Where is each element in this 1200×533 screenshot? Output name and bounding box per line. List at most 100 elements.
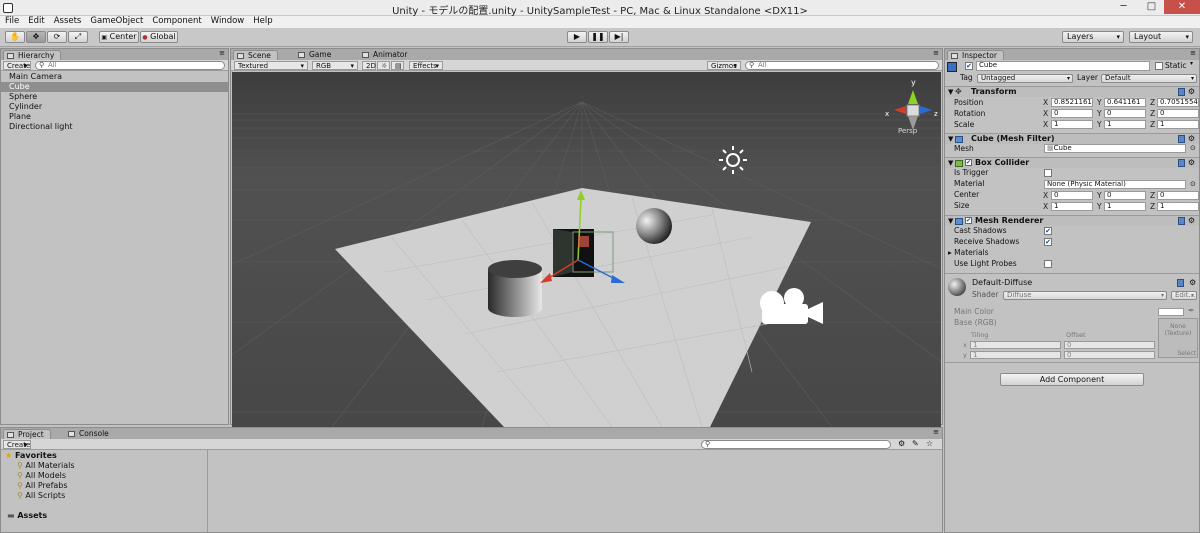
scene-search-input[interactable]: ⚲ All xyxy=(745,61,939,70)
position-y-field[interactable]: 0.641161 xyxy=(1104,98,1146,107)
center-y-field[interactable]: 0 xyxy=(1104,191,1146,200)
help-book-icon[interactable] xyxy=(1178,217,1185,225)
tab-project[interactable]: Project xyxy=(3,429,51,439)
layers-dropdown[interactable]: Layers xyxy=(1062,31,1124,43)
center-z-field[interactable]: 0 xyxy=(1157,191,1199,200)
size-x-field[interactable]: 1 xyxy=(1051,202,1093,211)
layer-dropdown[interactable]: Default xyxy=(1101,74,1197,83)
foldout-icon[interactable]: ▼ xyxy=(948,216,953,226)
help-book-icon[interactable] xyxy=(1177,279,1184,287)
settings-gear-icon[interactable]: ⚙ xyxy=(1189,278,1196,287)
mesh-filter-header[interactable]: ▼ Cube (Mesh Filter) ⚙ xyxy=(945,133,1199,144)
texture-select-button[interactable]: Select xyxy=(1177,350,1196,357)
static-checkbox[interactable] xyxy=(1155,62,1163,70)
scene-audio-toggle[interactable]: ▤ xyxy=(391,61,404,70)
favorite-all-prefabs[interactable]: ⚲ All Prefabs xyxy=(1,481,207,491)
foldout-icon[interactable]: ▼ xyxy=(948,87,953,97)
favorites-folder[interactable]: ★ Favorites xyxy=(1,451,207,461)
cylinder-object[interactable] xyxy=(488,260,542,317)
pivot-center-toggle[interactable]: ▣ Center xyxy=(99,31,139,43)
tab-game[interactable]: Game xyxy=(295,50,337,60)
project-create-button[interactable]: Create xyxy=(3,440,31,449)
panel-menu-icon[interactable]: ≡ xyxy=(1190,49,1196,57)
hierarchy-item-sphere[interactable]: Sphere xyxy=(1,92,228,102)
panel-menu-icon[interactable]: ≡ xyxy=(933,49,939,57)
foldout-icon[interactable]: ▼ xyxy=(948,158,953,168)
mode-2d-toggle[interactable]: 2D xyxy=(362,61,376,70)
scene-canvas[interactable]: y x z Persp xyxy=(232,72,941,427)
layout-dropdown[interactable]: Layout xyxy=(1129,31,1193,43)
help-book-icon[interactable] xyxy=(1178,88,1185,96)
rotation-y-field[interactable]: 0 xyxy=(1104,109,1146,118)
settings-gear-icon[interactable]: ⚙ xyxy=(1188,158,1195,168)
light-probes-checkbox[interactable] xyxy=(1044,260,1052,268)
size-z-field[interactable]: 1 xyxy=(1157,202,1199,211)
receive-shadows-checkbox[interactable]: ✔ xyxy=(1044,238,1052,246)
foldout-icon[interactable]: ▼ xyxy=(948,134,953,144)
hierarchy-create-button[interactable]: Create xyxy=(3,61,31,70)
panel-menu-icon[interactable]: ≡ xyxy=(933,428,939,436)
assets-folder[interactable]: ▬ Assets xyxy=(1,511,207,521)
static-dropdown-icon[interactable]: ▾ xyxy=(1190,60,1193,67)
scale-z-field[interactable]: 1 xyxy=(1157,120,1199,129)
hierarchy-item-main-camera[interactable]: Main Camera xyxy=(1,72,228,82)
main-color-swatch[interactable] xyxy=(1158,308,1184,316)
shader-edit-button[interactable]: Edit... xyxy=(1171,291,1197,300)
settings-gear-icon[interactable]: ⚙ xyxy=(1188,134,1195,144)
space-global-toggle[interactable]: ● Global xyxy=(140,31,178,43)
menu-window[interactable]: Window xyxy=(211,16,245,27)
transform-header[interactable]: ▼ ✥ Transform ⚙ xyxy=(945,86,1199,97)
filter-type-icon[interactable]: ⚙ xyxy=(898,439,905,448)
favorite-all-models[interactable]: ⚲ All Models xyxy=(1,471,207,481)
filter-label-icon[interactable]: ✎ xyxy=(912,439,919,448)
favorite-star-icon[interactable]: ☆ xyxy=(926,439,933,448)
object-picker-icon[interactable]: ⊙ xyxy=(1190,180,1196,188)
tag-dropdown[interactable]: Untagged xyxy=(977,74,1073,83)
box-collider-header[interactable]: ▼ ✔ Box Collider ⚙ xyxy=(945,157,1199,168)
settings-gear-icon[interactable]: ⚙ xyxy=(1188,216,1195,226)
perspective-label[interactable]: Persp xyxy=(898,127,918,135)
cast-shadows-checkbox[interactable]: ✔ xyxy=(1044,227,1052,235)
scene-viewport[interactable]: y x z Persp xyxy=(232,72,941,427)
is-trigger-checkbox[interactable] xyxy=(1044,169,1052,177)
settings-gear-icon[interactable]: ⚙ xyxy=(1188,87,1195,97)
mesh-renderer-header[interactable]: ▼ ✔ Mesh Renderer ⚙ xyxy=(945,215,1199,226)
tiling-x-field[interactable]: 1 xyxy=(970,341,1061,349)
scene-lighting-toggle[interactable]: ☼ xyxy=(377,61,390,70)
scale-x-field[interactable]: 1 xyxy=(1051,120,1093,129)
texture-slot[interactable]: None (Texture) Select xyxy=(1158,318,1198,358)
hierarchy-item-cylinder[interactable]: Cylinder xyxy=(1,102,228,112)
mesh-field[interactable]: ▦Cube xyxy=(1044,144,1186,153)
menu-gameobject[interactable]: GameObject xyxy=(90,16,143,27)
render-mode-dropdown[interactable]: RGB xyxy=(312,61,358,70)
menu-component[interactable]: Component xyxy=(152,16,201,27)
tab-animator[interactable]: Animator xyxy=(359,50,413,60)
maximize-button[interactable]: □ xyxy=(1138,0,1165,14)
close-button[interactable]: ✕ xyxy=(1164,0,1200,14)
draw-mode-dropdown[interactable]: Textured xyxy=(234,61,308,70)
scale-y-field[interactable]: 1 xyxy=(1104,120,1146,129)
effects-dropdown[interactable]: Effects xyxy=(409,61,443,70)
scale-tool-button[interactable]: ⤢ xyxy=(68,31,88,43)
menu-assets[interactable]: Assets xyxy=(54,16,82,27)
rotate-tool-button[interactable]: ⟳ xyxy=(47,31,67,43)
pause-button[interactable]: ❚❚ xyxy=(588,31,608,43)
play-button[interactable]: ▶ xyxy=(567,31,587,43)
object-picker-icon[interactable]: ⊙ xyxy=(1190,144,1196,152)
move-tool-button[interactable]: ✥ xyxy=(26,31,46,43)
tab-scene[interactable]: Scene xyxy=(233,50,278,60)
gizmos-dropdown[interactable]: Gizmos xyxy=(707,61,741,70)
hand-tool-button[interactable]: ✋ xyxy=(5,31,25,43)
eyedropper-icon[interactable]: ✒ xyxy=(1188,306,1195,315)
rotation-x-field[interactable]: 0 xyxy=(1051,109,1093,118)
mesh-renderer-enabled-checkbox[interactable]: ✔ xyxy=(965,217,972,224)
hierarchy-item-plane[interactable]: Plane xyxy=(1,112,228,122)
position-x-field[interactable]: 0.8521161 xyxy=(1051,98,1093,107)
menu-file[interactable]: File xyxy=(5,16,19,27)
panel-menu-icon[interactable]: ≡ xyxy=(219,49,225,57)
tiling-y-field[interactable]: 1 xyxy=(970,351,1061,359)
project-search-input[interactable]: ⚲ xyxy=(701,440,891,449)
object-name-field[interactable]: Cube xyxy=(976,61,1150,71)
favorite-all-scripts[interactable]: ⚲ All Scripts xyxy=(1,491,207,501)
help-book-icon[interactable] xyxy=(1178,135,1185,143)
